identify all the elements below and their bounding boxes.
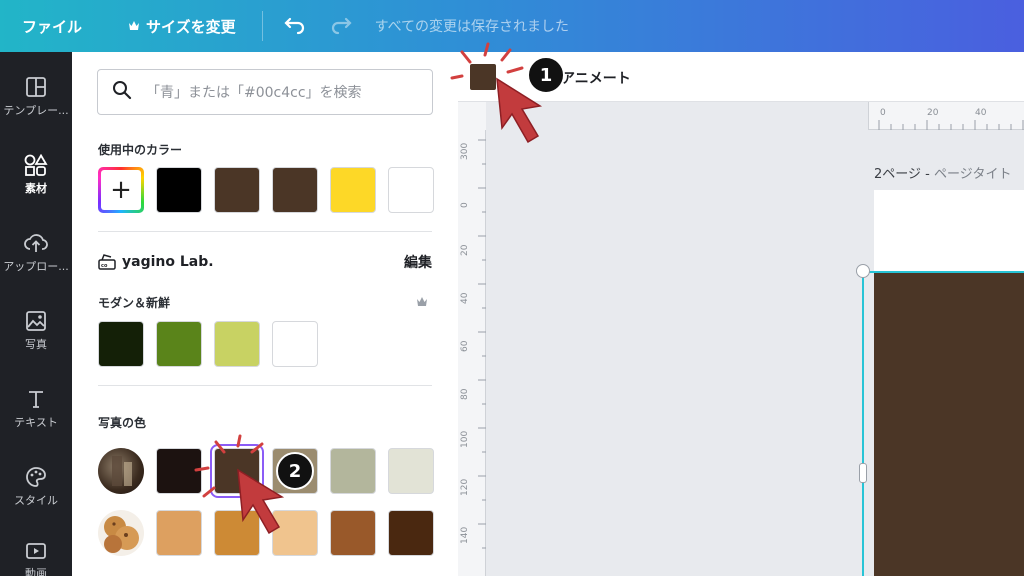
step-badge-2: 2 [276, 452, 314, 490]
step-badge-1: 1 [527, 56, 565, 94]
annotation-overlay [194, 42, 543, 535]
cursor-arrow-icon [237, 468, 285, 535]
highlight-burst [450, 42, 524, 80]
